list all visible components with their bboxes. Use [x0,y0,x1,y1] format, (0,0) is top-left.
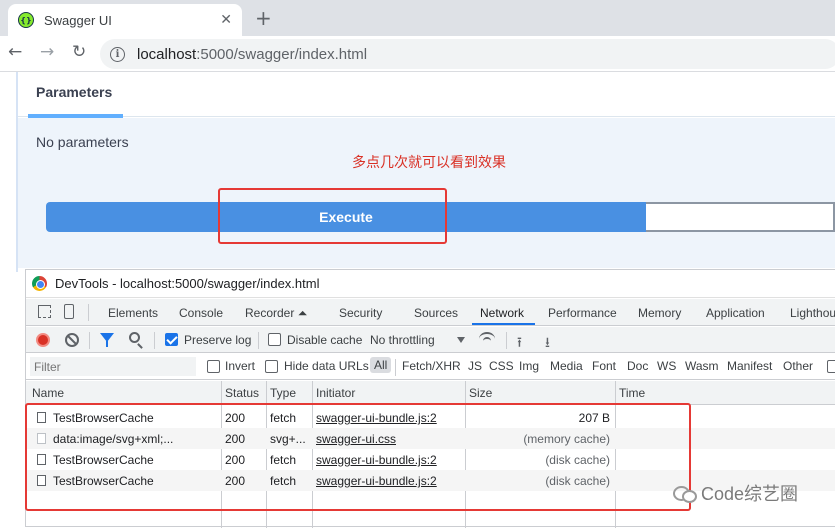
devtools-title: DevTools - localhost:5000/swagger/index.… [55,276,320,291]
url-path: :5000/swagger/index.html [196,45,368,63]
browser-toolbar: ← → ↻ i localhost:5000/swagger/index.htm… [0,36,835,72]
close-icon[interactable]: ✕ [220,12,232,28]
parameters-header: Parameters [18,72,835,117]
filter-type-fetch-xhr[interactable]: Fetch/XHR [402,359,461,373]
tab-console[interactable]: Console [179,306,223,320]
record-icon[interactable] [36,333,50,347]
back-arrow-icon[interactable]: ← [8,42,22,62]
tab-application[interactable]: Application [706,306,765,320]
divider [395,359,396,376]
invert-checkbox[interactable] [207,360,220,373]
swagger-favicon-icon: {} [18,12,34,28]
new-tab-button[interactable]: + [255,6,272,30]
filter-type-css[interactable]: CSS [489,359,514,373]
no-parameters-text: No parameters [36,134,129,150]
preserve-log-checkbox[interactable] [165,333,178,346]
url-text[interactable]: localhost:5000/swagger/index.html [137,46,367,63]
site-info-icon[interactable]: i [110,46,125,62]
device-toolbar-icon[interactable] [64,304,74,319]
column-time[interactable]: Time [619,386,645,400]
chrome-icon [32,276,47,291]
search-icon[interactable] [129,332,140,343]
url-host: localhost [137,45,197,63]
filter-icon[interactable] [100,333,114,347]
throttling-select[interactable]: No throttling [370,333,435,347]
forward-arrow-icon[interactable]: → [40,42,54,62]
hide-data-urls-label: Hide data URLs [284,359,369,373]
tab-performance[interactable]: Performance [548,306,617,320]
tab-elements[interactable]: Elements [108,306,158,320]
chevron-down-icon[interactable] [457,337,465,343]
tab-lighthouse[interactable]: Lighthou [790,306,835,320]
browser-tab[interactable]: {} Swagger UI ✕ [8,4,242,36]
tab-sources[interactable]: Sources [414,306,458,320]
watermark: Code综艺圈 [673,480,798,506]
filter-type-all[interactable]: All [370,357,392,373]
request-table-header: Name Status Type Initiator Size Time [26,381,835,405]
divider [88,304,89,321]
active-tab-indicator [472,323,535,325]
parameters-title: Parameters [36,84,113,100]
filter-type-js[interactable]: JS [468,359,482,373]
divider [506,332,507,349]
requests-highlight-box [25,403,691,511]
filter-type-wasm[interactable]: Wasm [685,359,719,373]
invert-label: Invert [225,359,256,373]
disable-cache-checkbox[interactable] [268,333,281,346]
filter-type-img[interactable]: Img [519,359,539,373]
import-har-icon[interactable]: ⭱ [517,332,522,356]
reload-icon[interactable]: ↻ [72,42,86,62]
divider [258,332,259,349]
filter-type-doc[interactable]: Doc [627,359,648,373]
filter-extra-checkbox[interactable] [827,360,835,373]
browser-tabstrip: {} Swagger UI ✕ + [0,0,835,36]
devtools-titlebar: DevTools - localhost:5000/swagger/index.… [26,270,835,298]
clear-log-icon[interactable] [65,333,79,347]
execute-highlight-box [218,188,447,244]
filter-type-ws[interactable]: WS [657,359,676,373]
annotation-note: 多点几次就可以看到效果 [352,154,506,170]
column-status[interactable]: Status [225,386,259,400]
column-type[interactable]: Type [270,386,296,400]
devtools-tabbar: Elements Console Recorder ⏶ Security Sou… [26,299,835,326]
wechat-icon [673,484,697,503]
filter-bar: Invert Hide data URLs All Fetch/XHR JS C… [26,354,835,380]
divider [154,332,155,349]
tab-memory[interactable]: Memory [638,306,681,320]
divider [89,332,90,349]
filter-type-other[interactable]: Other [783,359,813,373]
watermark-text: Code综艺圈 [701,484,799,504]
address-bar[interactable]: i localhost:5000/swagger/index.html [100,39,835,69]
network-toolbar: Preserve log Disable cache No throttling… [26,327,835,353]
disable-cache-label: Disable cache [287,333,363,347]
network-conditions-icon[interactable] [479,332,495,346]
filter-input[interactable] [30,357,196,376]
column-initiator[interactable]: Initiator [316,386,355,400]
column-size[interactable]: Size [469,386,492,400]
tab-security[interactable]: Security [339,306,382,320]
clear-button[interactable] [646,202,835,232]
preserve-log-label: Preserve log [184,333,252,347]
filter-type-manifest[interactable]: Manifest [727,359,772,373]
filter-type-media[interactable]: Media [550,359,583,373]
tab-network[interactable]: Network [480,306,524,320]
export-har-icon[interactable]: ⭳ [545,332,550,356]
hide-data-urls-checkbox[interactable] [265,360,278,373]
filter-type-font[interactable]: Font [592,359,616,373]
tab-title: Swagger UI [44,12,112,28]
inspect-element-icon[interactable] [38,305,51,318]
tab-recorder[interactable]: Recorder ⏶ [245,306,307,321]
column-name[interactable]: Name [32,386,64,400]
